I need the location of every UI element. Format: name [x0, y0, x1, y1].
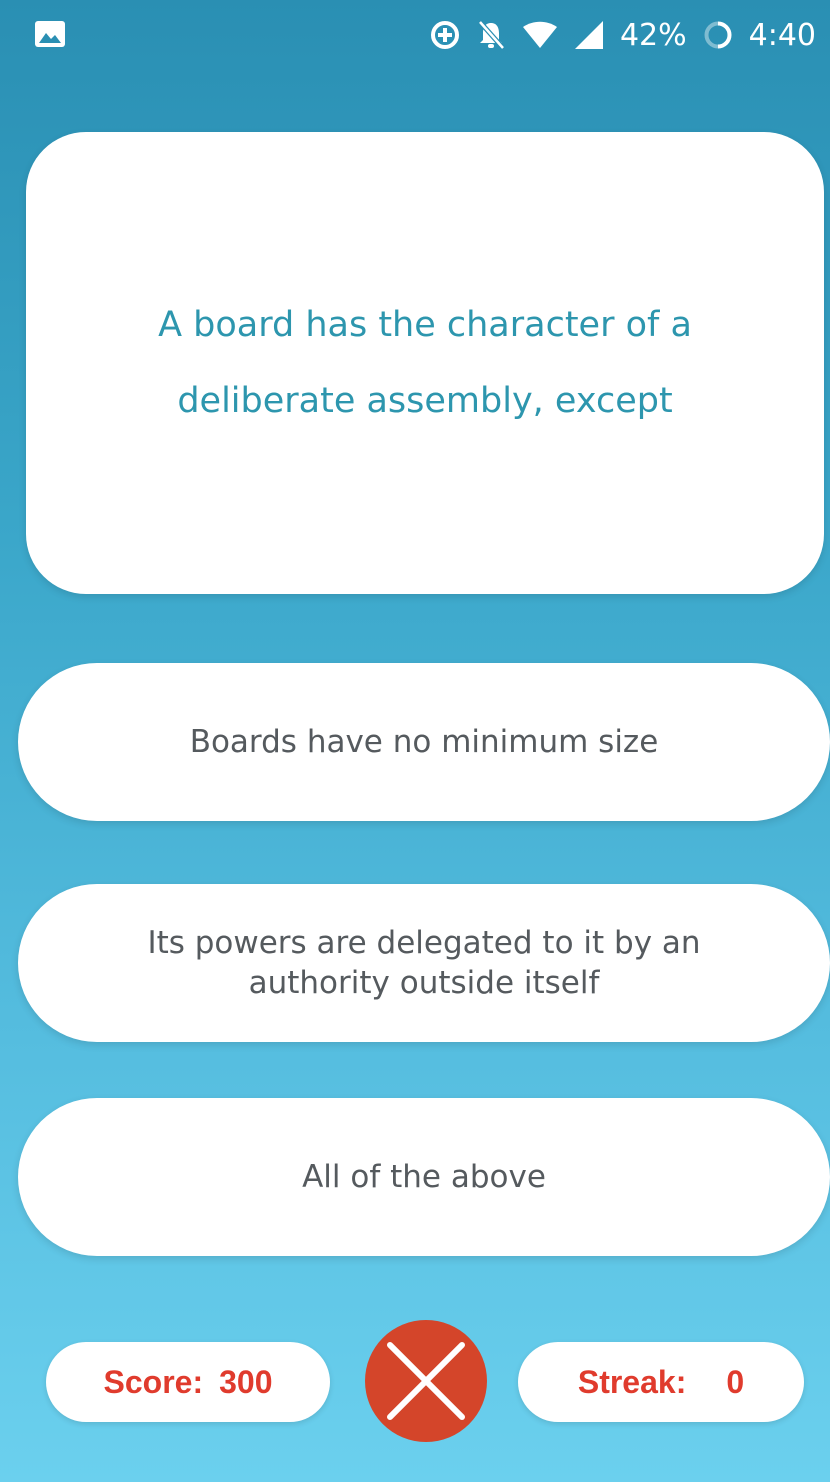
wifi-icon	[522, 21, 558, 49]
notifications-off-icon	[476, 19, 506, 51]
cell-signal-icon	[574, 20, 604, 50]
answer-option-2-text: Its powers are delegated to it by an aut…	[147, 925, 701, 1001]
battery-percent: 42%	[619, 17, 687, 53]
answer-option-1-text: Boards have no minimum size	[189, 724, 659, 760]
score-label: Score:	[103, 1363, 204, 1400]
question-text: A board has the character of a deliberat…	[158, 305, 692, 421]
streak-display: Streak: 0	[518, 1342, 804, 1422]
score-display: Score: 300	[46, 1342, 330, 1422]
quit-button[interactable]	[365, 1320, 487, 1442]
data-saver-icon	[430, 20, 460, 50]
streak-value: 0	[726, 1363, 745, 1400]
image-icon	[34, 20, 66, 48]
status-bar: 42% 4:40	[0, 0, 830, 70]
clock-time: 4:40	[748, 17, 816, 53]
score-value: 300	[219, 1363, 273, 1400]
battery-icon	[703, 20, 733, 50]
answer-option-2[interactable]: Its powers are delegated to it by an aut…	[18, 884, 830, 1042]
answer-option-1[interactable]: Boards have no minimum size	[18, 663, 830, 821]
streak-label: Streak:	[577, 1363, 687, 1400]
close-icon	[387, 1342, 465, 1420]
status-icons: 42% 4:40	[430, 12, 816, 58]
answer-option-3-text: All of the above	[302, 1159, 546, 1195]
question-card: A board has the character of a deliberat…	[26, 132, 824, 594]
answer-option-3[interactable]: All of the above	[18, 1098, 830, 1256]
